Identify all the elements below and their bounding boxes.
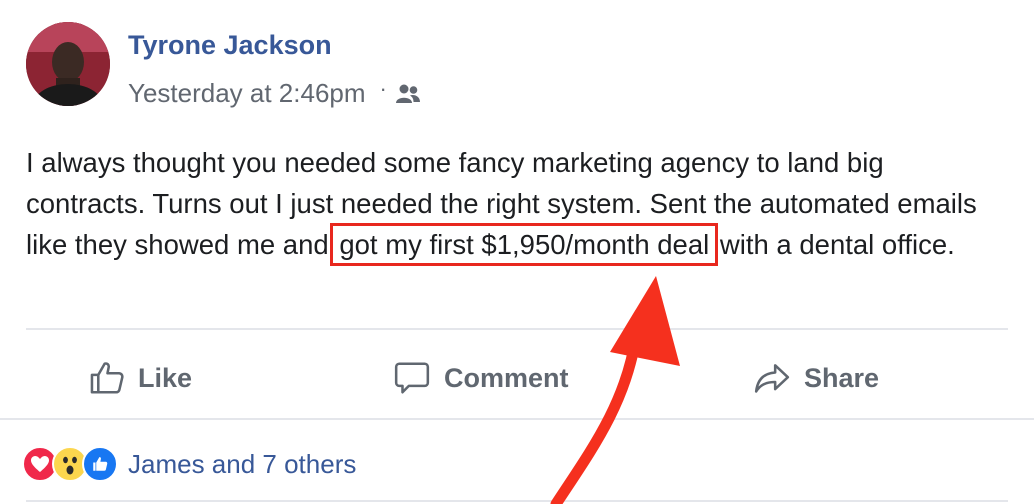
like-label: Like bbox=[138, 362, 193, 393]
avatar-photo bbox=[26, 22, 110, 106]
post-text: I always thought you needed some fancy m… bbox=[26, 142, 1006, 266]
author-name[interactable]: Tyrone Jackson bbox=[128, 30, 332, 61]
reactions-bar[interactable]: James and 7 others bbox=[22, 444, 356, 484]
comment-label: Comment bbox=[444, 362, 569, 393]
divider-middle bbox=[0, 418, 1034, 420]
thumbs-up-icon bbox=[90, 362, 124, 394]
highlighted-phrase: got my first $1,950/month deal bbox=[330, 223, 719, 266]
comment-button[interactable]: Comment bbox=[392, 356, 569, 400]
post-text-end: with a dental office. bbox=[712, 229, 955, 260]
share-button[interactable]: Share bbox=[752, 356, 879, 400]
meta-separator: · bbox=[379, 75, 387, 101]
divider-top bbox=[26, 328, 1008, 330]
share-arrow-icon bbox=[754, 364, 790, 393]
comment-icon bbox=[394, 362, 430, 394]
share-label: Share bbox=[804, 362, 880, 393]
post-timestamp[interactable]: Yesterday at 2:46pm bbox=[128, 78, 366, 109]
divider-bottom bbox=[26, 500, 1008, 502]
friends-icon[interactable] bbox=[395, 83, 421, 105]
reactors-link[interactable]: James and 7 others bbox=[128, 449, 356, 480]
like-button[interactable]: Like bbox=[88, 356, 192, 400]
like-reaction-icon bbox=[82, 446, 118, 482]
post-meta: Yesterday at 2:46pm · bbox=[128, 75, 421, 109]
author-avatar[interactable] bbox=[26, 22, 110, 106]
